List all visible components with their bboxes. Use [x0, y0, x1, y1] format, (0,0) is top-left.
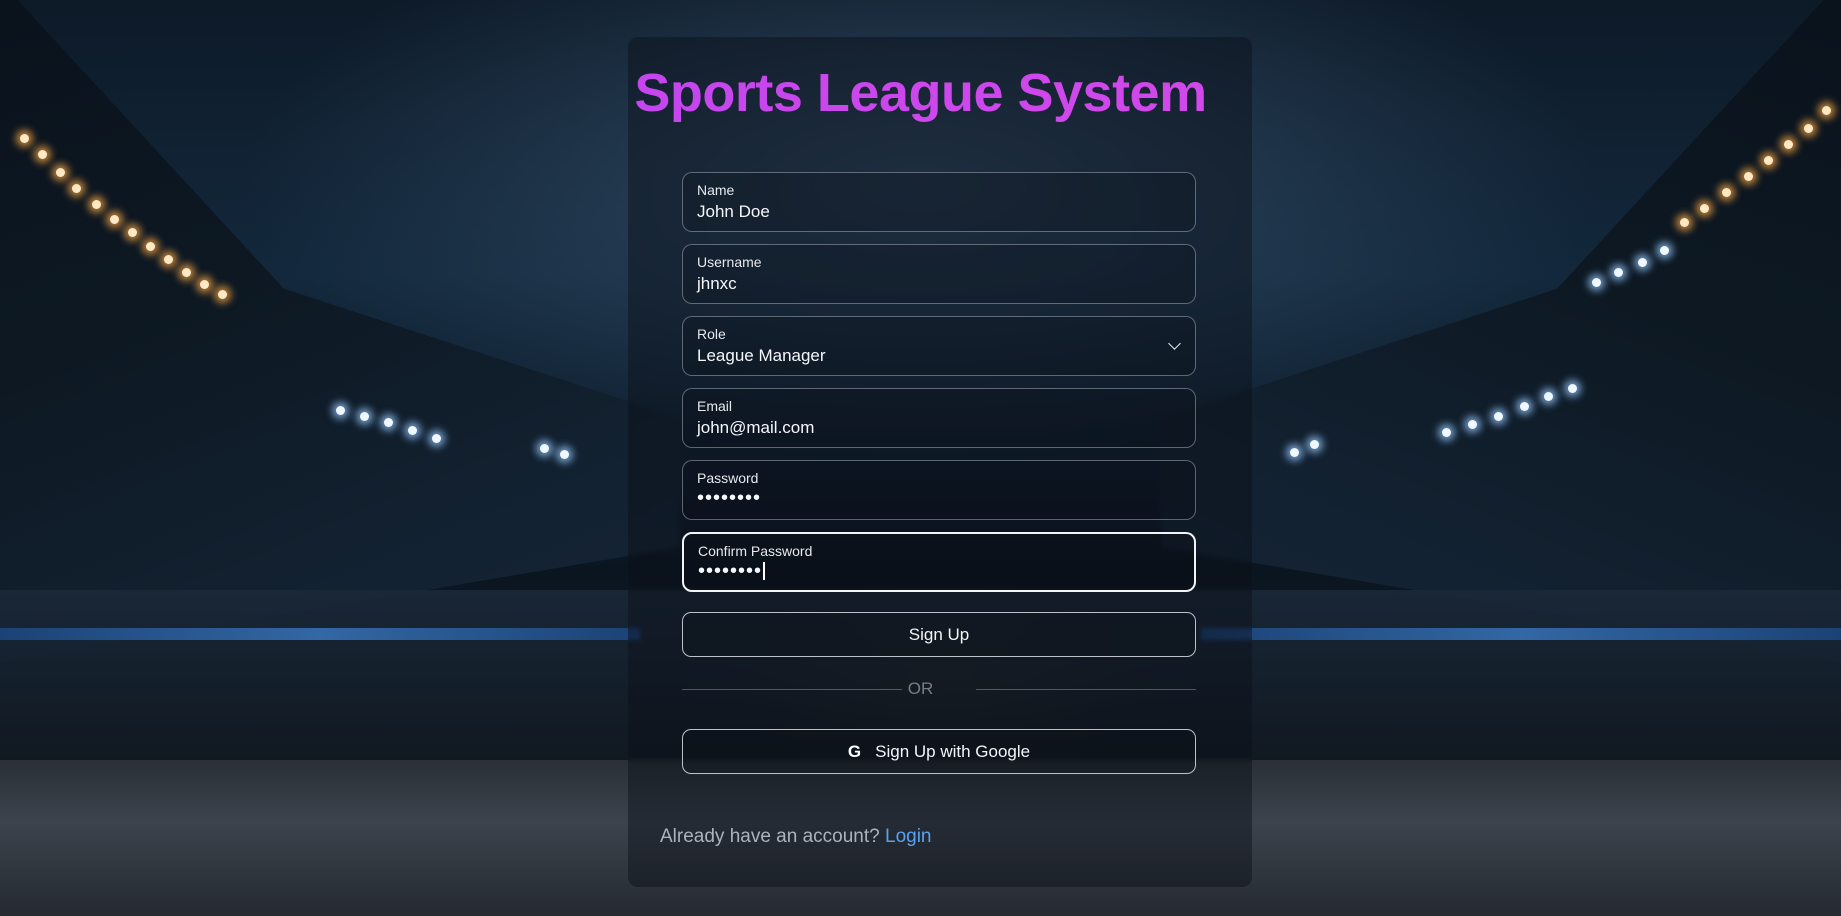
signup-button[interactable]: Sign Up — [682, 612, 1196, 657]
floodlight — [384, 418, 393, 427]
floodlight — [164, 255, 173, 264]
role-label: Role — [697, 326, 726, 342]
google-icon: G — [847, 741, 862, 761]
floodlight — [182, 268, 191, 277]
signup-button-label: Sign Up — [908, 624, 970, 644]
login-link[interactable]: Login — [885, 826, 932, 847]
password-field[interactable]: Password •••••••• — [682, 460, 1196, 520]
role-value[interactable]: League Manager — [697, 346, 826, 366]
floodlight — [1804, 124, 1813, 133]
floodlight — [20, 134, 29, 143]
floodlight — [1494, 412, 1503, 421]
google-signup-button[interactable]: G Sign Up with Google — [682, 729, 1196, 774]
email-field[interactable]: Email john@mail.com — [682, 388, 1196, 448]
floodlight — [432, 434, 441, 443]
floodlight — [1660, 246, 1669, 255]
username-value[interactable]: jhnxc — [697, 274, 737, 294]
floodlight — [1442, 428, 1451, 437]
left-ad-board — [0, 628, 640, 640]
floodlight — [38, 150, 47, 159]
floodlight — [1744, 172, 1753, 181]
login-prompt-text: Already have an account? — [660, 826, 880, 847]
floodlight — [1764, 156, 1773, 165]
floodlight — [360, 412, 369, 421]
email-value[interactable]: john@mail.com — [697, 418, 814, 438]
floodlight — [560, 450, 569, 459]
or-divider-text: OR — [907, 679, 934, 698]
floodlight — [1638, 258, 1647, 267]
floodlight — [408, 426, 417, 435]
name-field[interactable]: Name John Doe — [682, 172, 1196, 232]
username-label: Username — [697, 254, 762, 270]
google-signup-label: Sign Up with Google — [875, 741, 1031, 761]
floodlight — [1680, 218, 1689, 227]
floodlight — [1614, 268, 1623, 277]
chevron-down-icon[interactable] — [1168, 337, 1181, 350]
floodlight — [1568, 384, 1577, 393]
confirm-password-input[interactable]: •••••••• — [698, 560, 765, 583]
name-label: Name — [697, 182, 735, 198]
email-label: Email — [697, 398, 733, 414]
floodlight — [1722, 188, 1731, 197]
floodlight — [1520, 402, 1529, 411]
password-value[interactable]: •••••••• — [697, 487, 761, 510]
floodlight — [1290, 448, 1299, 457]
floodlight — [200, 280, 209, 289]
floodlight — [110, 215, 119, 224]
floodlight — [1544, 392, 1553, 401]
floodlight — [146, 242, 155, 251]
page-title: Sports League System — [0, 62, 1841, 124]
floodlight — [1784, 140, 1793, 149]
confirm-password-label: Confirm Password — [698, 543, 813, 559]
floodlight — [1310, 440, 1319, 449]
confirm-password-field[interactable]: Confirm Password •••••••• — [682, 532, 1196, 592]
name-value[interactable]: John Doe — [697, 202, 770, 222]
floodlight — [1468, 420, 1477, 429]
floodlight — [1700, 204, 1709, 213]
floodlight — [336, 406, 345, 415]
role-select[interactable]: Role League Manager — [682, 316, 1196, 376]
floodlight — [1592, 278, 1601, 287]
username-field[interactable]: Username jhnxc — [682, 244, 1196, 304]
floodlight — [128, 228, 137, 237]
text-caret — [763, 562, 765, 580]
password-label: Password — [697, 470, 759, 486]
floodlight — [92, 200, 101, 209]
right-ad-board — [1201, 628, 1841, 640]
floodlight — [72, 184, 81, 193]
login-prompt: Already have an account? Login — [660, 826, 932, 848]
floodlight — [56, 168, 65, 177]
confirm-password-value: •••••••• — [698, 560, 763, 582]
floodlight — [218, 290, 227, 299]
floodlight — [540, 444, 549, 453]
